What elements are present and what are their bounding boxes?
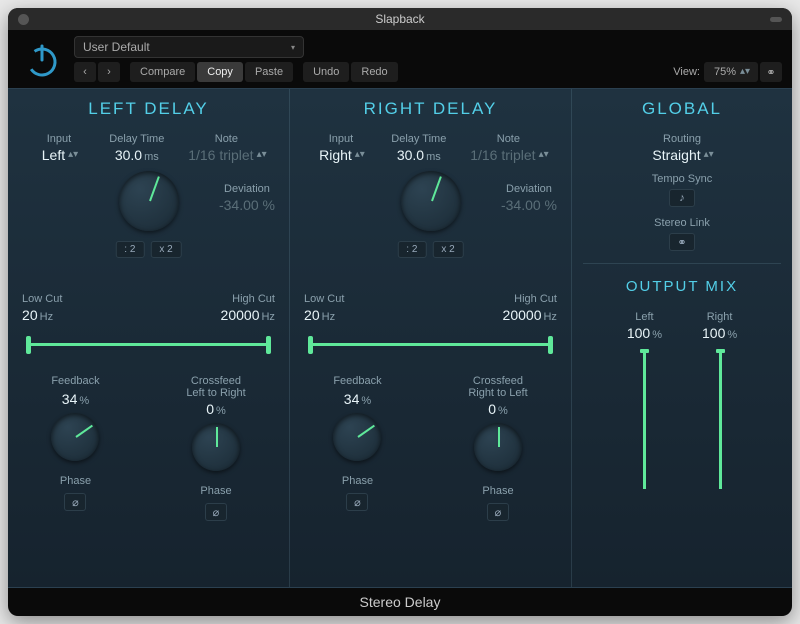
- redo-button[interactable]: Redo: [351, 62, 397, 82]
- global-title: GLOBAL: [642, 99, 722, 119]
- right-cf-phase-button[interactable]: ⌀: [487, 503, 509, 521]
- left-crossfeed-knob[interactable]: [192, 423, 240, 471]
- right-note-label: Note: [497, 133, 520, 145]
- left-lowcut-value[interactable]: 20Hz: [22, 307, 53, 325]
- left-half-button[interactable]: : 2: [115, 241, 144, 258]
- mix-left-label: Left: [635, 311, 653, 323]
- left-highcut-value[interactable]: 20000Hz: [221, 307, 275, 325]
- link-button[interactable]: ⚭: [760, 62, 782, 82]
- plugin-window: Slapback User Default ▾ ‹ › Compare Copy…: [8, 8, 792, 616]
- right-filter-slider[interactable]: [304, 327, 557, 357]
- right-deviation-label: Deviation: [506, 183, 552, 195]
- zoom-dropdown[interactable]: 75%▴▾: [704, 62, 758, 82]
- preset-name: User Default: [83, 40, 150, 54]
- right-half-button[interactable]: : 2: [397, 241, 426, 258]
- left-deviation-label: Deviation: [224, 183, 270, 195]
- left-note-label: Note: [215, 133, 238, 145]
- copy-button[interactable]: Copy: [197, 62, 243, 82]
- right-delaytime-label: Delay Time: [391, 133, 446, 145]
- right-feedback-label: Feedback: [333, 375, 381, 387]
- right-fb-phase-button[interactable]: ⌀: [346, 493, 368, 511]
- plugin-name: Stereo Delay: [360, 594, 441, 610]
- left-feedback-knob[interactable]: [51, 413, 99, 461]
- mix-right-value[interactable]: 100%: [702, 325, 737, 343]
- right-delaytime-value[interactable]: 30.0ms: [397, 147, 441, 165]
- left-crossfeed-value[interactable]: 0%: [206, 401, 226, 419]
- left-crossfeed-label: Crossfeed: [191, 375, 241, 387]
- left-deviation-value[interactable]: -34.00 %: [219, 197, 275, 213]
- left-feedback-value[interactable]: 34%: [62, 391, 89, 409]
- plugin-body: LEFT DELAY Input Left▴▾ Delay Time 30.0m…: [8, 88, 792, 588]
- left-fb-phase-label: Phase: [60, 475, 91, 487]
- right-crossfeed-sub: Right to Left: [468, 387, 527, 399]
- stereolink-label: Stereo Link: [654, 217, 710, 229]
- left-input-select[interactable]: Left▴▾: [42, 147, 76, 163]
- stereolink-button[interactable]: ⚭: [669, 233, 695, 251]
- paste-button[interactable]: Paste: [245, 62, 293, 82]
- left-delaytime-knob[interactable]: [119, 171, 179, 231]
- right-deviation-value[interactable]: -34.00 %: [501, 197, 557, 213]
- left-fb-phase-button[interactable]: ⌀: [64, 493, 86, 511]
- preset-dropdown[interactable]: User Default ▾: [74, 36, 304, 58]
- right-delaytime-knob[interactable]: [401, 171, 461, 231]
- compare-button[interactable]: Compare: [130, 62, 195, 82]
- left-highcut-label: High Cut: [232, 293, 275, 305]
- right-input-label: Input: [329, 133, 353, 145]
- right-highcut-label: High Cut: [514, 293, 557, 305]
- next-button[interactable]: ›: [98, 62, 120, 82]
- left-lowcut-label: Low Cut: [22, 293, 62, 305]
- global-section: GLOBAL Routing Straight▴▾ Tempo Sync ♪ S…: [572, 89, 792, 587]
- routing-label: Routing: [663, 133, 701, 145]
- left-delaytime-value[interactable]: 30.0ms: [115, 147, 159, 165]
- titlebar: Slapback: [8, 8, 792, 30]
- footer: Stereo Delay: [8, 588, 792, 616]
- power-icon: [22, 40, 62, 80]
- right-crossfeed-knob[interactable]: [474, 423, 522, 471]
- temposync-label: Tempo Sync: [652, 173, 713, 185]
- right-double-button[interactable]: x 2: [432, 241, 463, 258]
- left-feedback-label: Feedback: [51, 375, 99, 387]
- left-note-select[interactable]: 1/16 triplet▴▾: [188, 147, 264, 163]
- toolbar: User Default ▾ ‹ › Compare Copy Paste Un…: [8, 30, 792, 88]
- right-delay-title: RIGHT DELAY: [364, 99, 498, 119]
- routing-select[interactable]: Straight▴▾: [652, 147, 711, 163]
- left-cf-phase-button[interactable]: ⌀: [205, 503, 227, 521]
- right-lowcut-value[interactable]: 20Hz: [304, 307, 335, 325]
- mix-left-slider[interactable]: [640, 349, 648, 489]
- left-cf-phase-label: Phase: [200, 485, 231, 497]
- left-delaytime-label: Delay Time: [109, 133, 164, 145]
- left-double-button[interactable]: x 2: [150, 241, 181, 258]
- right-highcut-value[interactable]: 20000Hz: [503, 307, 557, 325]
- outputmix-title: OUTPUT MIX: [626, 278, 738, 295]
- mix-right-slider[interactable]: [716, 349, 724, 489]
- right-delay-section: RIGHT DELAY Input Right▴▾ Delay Time 30.…: [290, 89, 572, 587]
- right-crossfeed-value[interactable]: 0%: [488, 401, 508, 419]
- right-feedback-value[interactable]: 34%: [344, 391, 371, 409]
- mix-left-value[interactable]: 100%: [627, 325, 662, 343]
- right-note-select[interactable]: 1/16 triplet▴▾: [470, 147, 546, 163]
- left-delay-title: LEFT DELAY: [88, 99, 208, 119]
- left-input-label: Input: [47, 133, 71, 145]
- chevron-down-icon: ▾: [291, 43, 295, 52]
- right-feedback-knob[interactable]: [333, 413, 381, 461]
- right-cf-phase-label: Phase: [482, 485, 513, 497]
- power-button[interactable]: [18, 36, 66, 84]
- prev-button[interactable]: ‹: [74, 62, 96, 82]
- divider: [583, 263, 781, 264]
- window-title: Slapback: [375, 12, 424, 26]
- close-dot[interactable]: [18, 14, 29, 25]
- view-label: View:: [673, 66, 700, 78]
- right-input-select[interactable]: Right▴▾: [319, 147, 363, 163]
- left-delay-section: LEFT DELAY Input Left▴▾ Delay Time 30.0m…: [8, 89, 290, 587]
- right-lowcut-label: Low Cut: [304, 293, 344, 305]
- left-filter-slider[interactable]: [22, 327, 275, 357]
- titlebar-handle: [770, 17, 782, 22]
- left-crossfeed-sub: Left to Right: [186, 387, 245, 399]
- mix-right-label: Right: [707, 311, 733, 323]
- right-crossfeed-label: Crossfeed: [473, 375, 523, 387]
- temposync-button[interactable]: ♪: [669, 189, 695, 207]
- right-fb-phase-label: Phase: [342, 475, 373, 487]
- undo-button[interactable]: Undo: [303, 62, 349, 82]
